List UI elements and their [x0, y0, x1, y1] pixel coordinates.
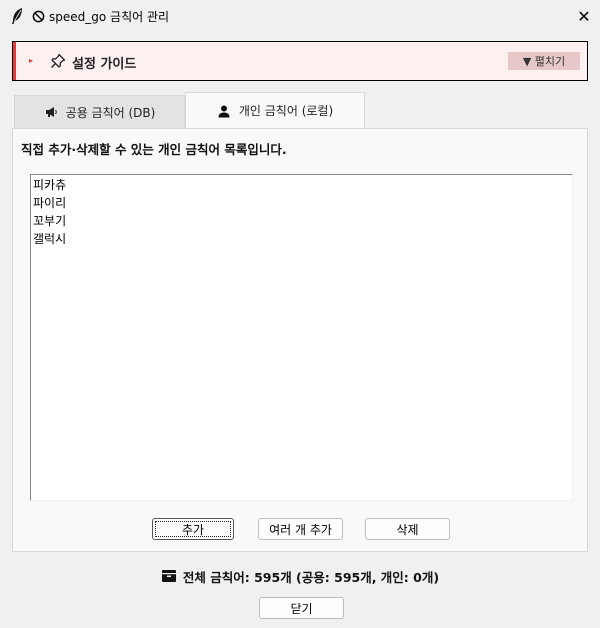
summary-text: 전체 금칙어: 595개 (공용: 595개, 개인: 0개)	[182, 569, 440, 585]
tab-bar: 공용 금칙어 (DB) 개인 금칙어 (로컬)	[14, 92, 365, 128]
personal-tab-panel: 직접 추가·삭제할 수 있는 개인 금칙어 목록입니다. 피카츄 파이리 꼬부기…	[12, 128, 588, 552]
list-item[interactable]: 갤럭시	[33, 230, 570, 248]
close-icon: ✕	[577, 6, 591, 26]
add-multiple-button[interactable]: 여러 개 추가	[258, 518, 343, 540]
megaphone-icon	[45, 107, 57, 117]
tab-personal-label: 개인 금칙어 (로컬)	[238, 104, 334, 118]
tab-personal-words[interactable]: 개인 금칙어 (로컬)	[185, 92, 365, 128]
guide-title: 설정 가이드	[72, 57, 137, 72]
window-close-button[interactable]: ✕	[568, 0, 600, 32]
person-icon	[218, 105, 230, 117]
tab-shared-words[interactable]: 공용 금칙어 (DB)	[14, 95, 185, 128]
feather-icon	[12, 8, 22, 24]
pushpin-icon	[51, 53, 66, 68]
add-button[interactable]: 추가	[152, 518, 234, 540]
settings-guide-panel[interactable]: ▸ 설정 가이드 ▼ 펼치기	[12, 41, 588, 81]
expand-button[interactable]: ▼ 펼치기	[508, 52, 580, 70]
list-item[interactable]: 피카츄	[33, 176, 570, 194]
window-title: speed_go 금칙어 관리	[32, 8, 169, 25]
word-count-summary: 전체 금칙어: 595개 (공용: 595개, 개인: 0개)	[0, 566, 600, 586]
package-icon	[161, 570, 176, 582]
delete-button[interactable]: 삭제	[365, 518, 450, 540]
prohibited-icon	[32, 10, 45, 23]
guide-accent-bar	[13, 42, 16, 80]
close-dialog-button[interactable]: 닫기	[259, 597, 344, 619]
tab-shared-label: 공용 금칙어 (DB)	[65, 105, 156, 120]
personal-word-list[interactable]: 피카츄 파이리 꼬부기 갤럭시	[30, 174, 573, 501]
expand-arrow-icon: ▸	[29, 56, 34, 65]
list-item[interactable]: 꼬부기	[33, 212, 570, 230]
panel-description: 직접 추가·삭제할 수 있는 개인 금칙어 목록입니다.	[21, 142, 287, 157]
title-bar: speed_go 금칙어 관리 ✕	[0, 0, 600, 32]
window-title-text: speed_go 금칙어 관리	[49, 10, 170, 24]
list-item[interactable]: 파이리	[33, 194, 570, 212]
